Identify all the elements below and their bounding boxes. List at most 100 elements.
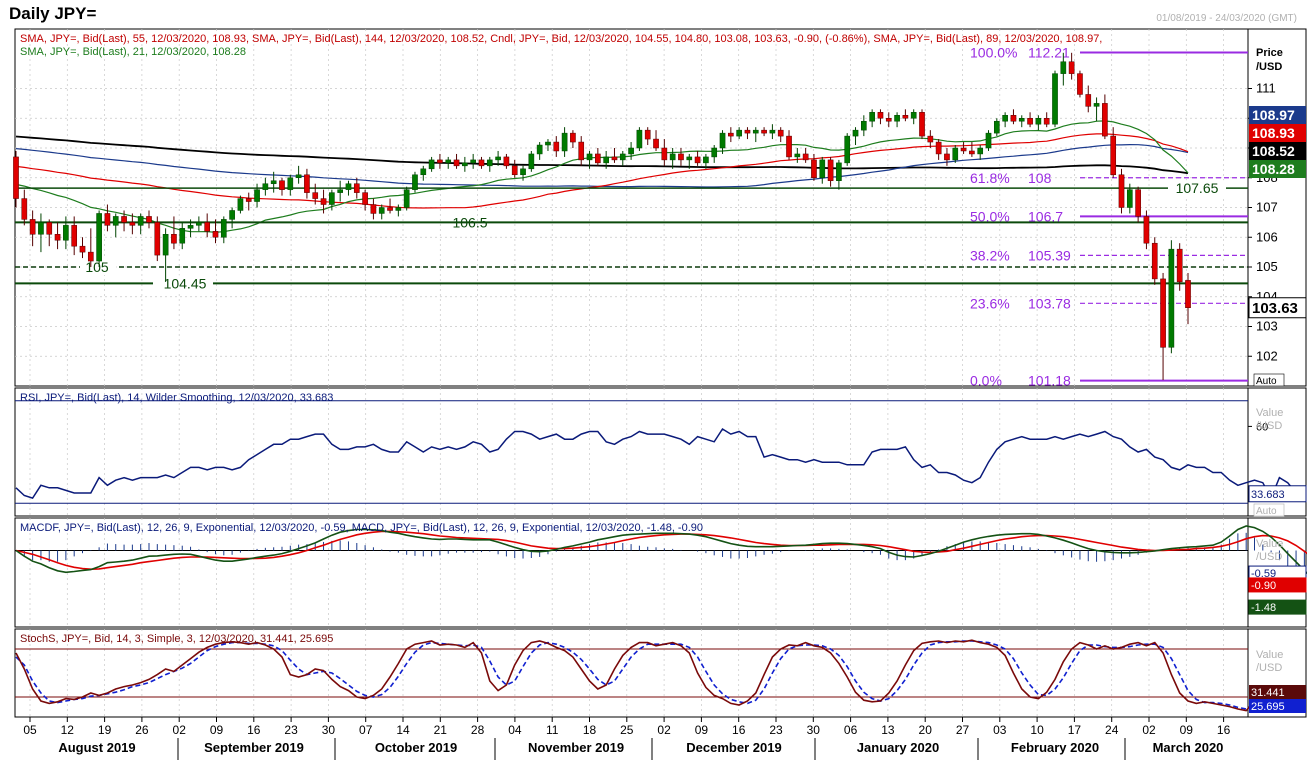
support-label: 104.45 xyxy=(164,275,207,291)
candle-body xyxy=(96,213,102,262)
x-tick-label: 09 xyxy=(210,723,224,737)
chart-title: Daily JPY= xyxy=(9,4,97,23)
price-tick-label: 105 xyxy=(1256,259,1278,274)
candle-body xyxy=(495,156,501,161)
price-badge-label: 108.52 xyxy=(1252,143,1295,159)
candle-body xyxy=(229,210,235,220)
month-label: January 2020 xyxy=(857,740,939,755)
candle-body xyxy=(1077,73,1083,95)
x-tick-label: 23 xyxy=(284,723,298,737)
fib-value-label: 103.78 xyxy=(1028,295,1071,311)
fib-value-label: 101.18 xyxy=(1028,373,1071,389)
x-tick-label: 05 xyxy=(23,723,37,737)
candle-body xyxy=(1176,248,1183,283)
candle-body xyxy=(595,153,601,164)
candle-body xyxy=(370,204,377,214)
candle-body xyxy=(262,183,269,190)
candle-body xyxy=(154,222,161,256)
candle-body xyxy=(553,141,560,152)
candle-body xyxy=(960,147,967,152)
candle-body xyxy=(694,156,701,164)
rsi-badge-label: 33.683 xyxy=(1251,489,1285,501)
candle-body xyxy=(270,180,277,184)
candle-body xyxy=(329,192,335,205)
candle-body xyxy=(703,156,709,164)
candle-body xyxy=(46,222,53,235)
candle-body xyxy=(387,207,393,211)
x-tick-label: 30 xyxy=(322,723,336,737)
x-tick-label: 23 xyxy=(769,723,783,737)
candle-body xyxy=(894,115,900,122)
candle-body xyxy=(1060,61,1067,74)
candle-body xyxy=(220,219,227,238)
candle-body xyxy=(769,129,776,134)
candle-body xyxy=(611,156,618,161)
candle-body xyxy=(1110,135,1117,176)
month-label: February 2020 xyxy=(1011,740,1099,755)
candle-body xyxy=(395,207,402,211)
x-tick-label: 02 xyxy=(657,723,671,737)
candle-body xyxy=(345,183,352,190)
candle-body xyxy=(869,112,875,122)
candle-body xyxy=(1010,115,1017,122)
x-tick-label: 19 xyxy=(98,723,112,737)
candle-body xyxy=(644,129,651,140)
candle-body xyxy=(445,159,452,164)
candle-body xyxy=(570,132,576,143)
fib-pct-label: 100.0% xyxy=(970,45,1017,61)
candle-body xyxy=(21,198,28,220)
x-tick-label: 04 xyxy=(508,723,522,737)
month-label: September 2019 xyxy=(204,740,304,755)
price-axis-title: Price xyxy=(1256,47,1283,59)
candle-body xyxy=(13,156,19,199)
price-tick-label: 102 xyxy=(1256,348,1278,363)
candle-body xyxy=(827,159,834,181)
month-label: August 2019 xyxy=(58,740,135,755)
auto-label: Auto xyxy=(1256,506,1277,517)
candle-body xyxy=(919,112,925,137)
candle-body xyxy=(661,147,668,161)
stoch-badge-label: 25.695 xyxy=(1251,701,1285,713)
x-tick-label: 03 xyxy=(993,723,1007,737)
candle-body xyxy=(412,174,418,190)
candle-body xyxy=(378,207,385,214)
chart-canvas: 05 12 19 26 02 09 16 23 30 07 14 21 28 04 11 18 25 02 09 16… xyxy=(13,28,1307,760)
candle-body xyxy=(561,132,568,152)
candle-body xyxy=(403,189,410,208)
candle-body xyxy=(1027,118,1033,125)
x-tick-label: 20 xyxy=(919,723,933,737)
macd-badge-label: -0.90 xyxy=(1251,580,1276,592)
x-tick-label: 06 xyxy=(844,723,858,737)
candle-body xyxy=(503,156,510,167)
candle-body xyxy=(786,135,792,158)
month-label: December 2019 xyxy=(686,740,781,755)
candle-body xyxy=(187,225,194,229)
support-label: 105 xyxy=(85,259,109,275)
x-tick-label: 02 xyxy=(1142,723,1156,737)
candle-body xyxy=(935,141,942,155)
candle-body xyxy=(944,153,950,161)
stoch-axis-unit: /USD xyxy=(1256,662,1282,674)
x-tick-label: 16 xyxy=(247,723,261,737)
candle-body xyxy=(87,251,94,262)
candle-body xyxy=(1151,242,1158,280)
candle-body xyxy=(752,129,759,134)
candle-body xyxy=(79,245,86,253)
candle-body xyxy=(112,216,119,226)
candle-body xyxy=(1068,61,1075,74)
candle-body xyxy=(1126,189,1133,208)
candle-body xyxy=(129,222,136,226)
candle-body xyxy=(1185,280,1191,309)
candle-body xyxy=(885,118,892,122)
fib-pct-label: 38.2% xyxy=(970,247,1010,263)
price-badge-label: 108.97 xyxy=(1252,107,1295,123)
x-tick-label: 09 xyxy=(695,723,709,737)
price-tick-label: 111 xyxy=(1256,81,1276,96)
candle-body xyxy=(711,147,718,158)
candle-body xyxy=(38,222,44,235)
candle-body xyxy=(678,153,684,161)
price-tick-label: 106 xyxy=(1256,229,1278,244)
candle-body xyxy=(254,189,260,202)
x-tick-label: 18 xyxy=(583,723,597,737)
candle-body xyxy=(453,159,460,167)
